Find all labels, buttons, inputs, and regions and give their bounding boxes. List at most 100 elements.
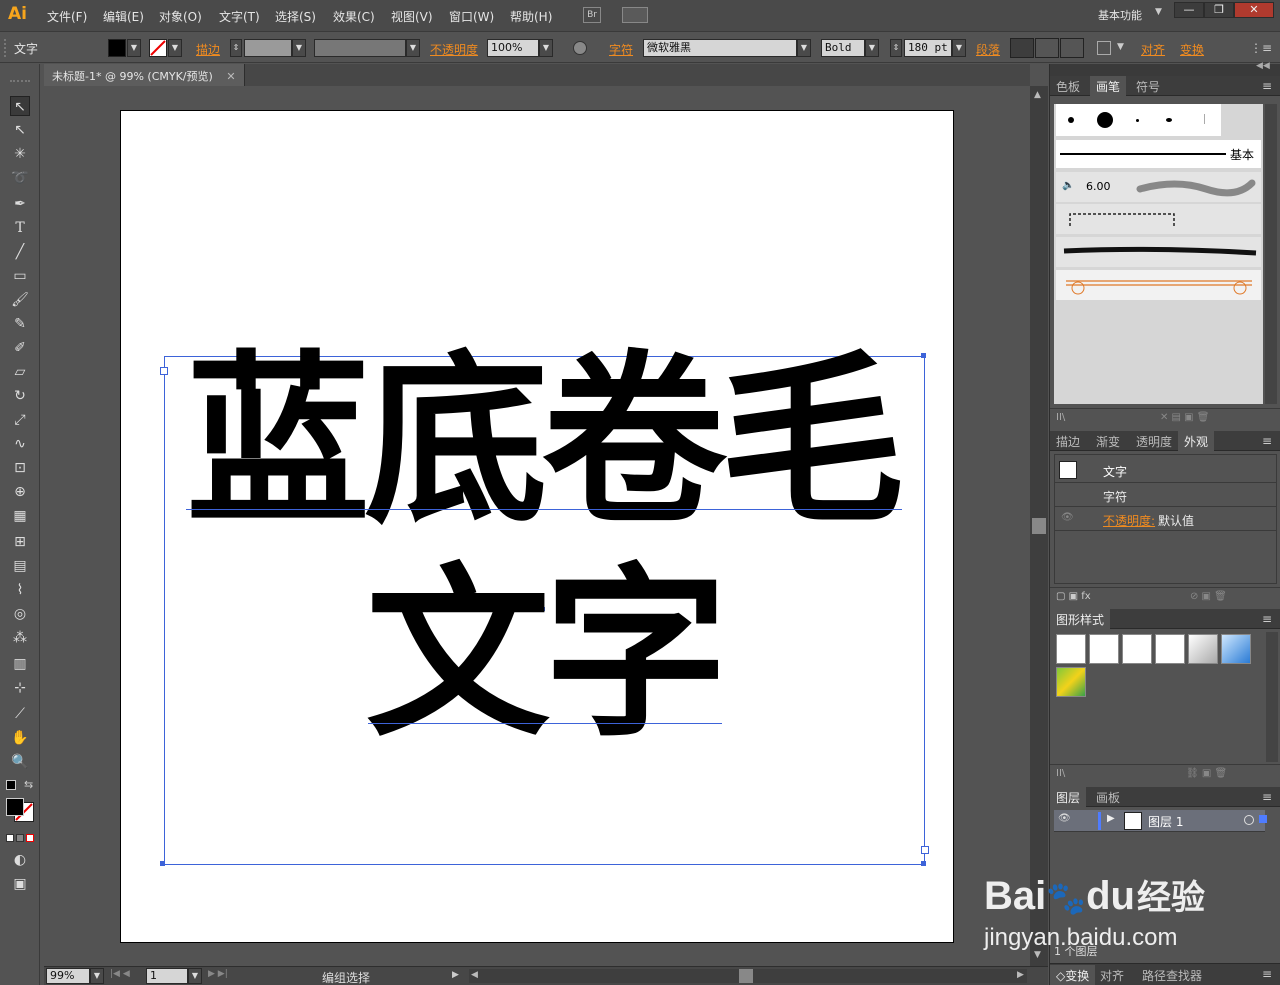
close-button[interactable]: ✕ [1234,2,1274,18]
slice-tool-icon[interactable]: ⟋ [10,704,30,724]
zoom-field[interactable]: 99% [46,968,90,984]
vertical-scrollbar[interactable]: ▲ ▼ [1030,86,1048,966]
brushes-list[interactable]: 基本 🔈 6.00 [1054,104,1263,404]
stroke-swatch[interactable] [149,39,167,57]
first-artboard-icon[interactable]: |◀ ◀ [110,969,130,979]
menu-object[interactable]: 对象(O) [159,8,202,25]
warp-tool-icon[interactable]: ∿ [10,434,30,454]
tab-pathfinder[interactable]: 路径查找器 [1136,965,1208,985]
blend-tool-icon[interactable]: ◎ [10,604,30,624]
opacity-dropdown-icon[interactable]: ▼ [539,39,553,57]
artwork-text-line-2[interactable]: 文字 [366,555,736,755]
break-link-icon[interactable]: ⛓ ▣ 🗑 [1186,768,1227,779]
draw-mode-icon[interactable]: ◐ [10,850,30,870]
font-family-dropdown-icon[interactable]: ▼ [797,39,811,57]
align-left-icon[interactable] [1010,38,1034,58]
horizontal-scrollbar[interactable]: ◀ ▶ [469,969,1027,983]
default-colors-icon[interactable] [6,780,16,790]
last-artboard-icon[interactable]: ▶ ▶| [208,969,228,979]
graphic-style-swatch[interactable] [1056,667,1086,697]
shape-builder-tool-icon[interactable]: ⊕ [10,482,30,502]
rotate-tool-icon[interactable]: ↻ [10,386,30,406]
stroke-label[interactable]: 描边 [196,41,220,58]
minimize-button[interactable]: — [1174,2,1204,18]
gradient-mode-icon[interactable] [16,834,24,842]
variable-width-profile[interactable] [314,39,406,57]
delete-item-icon[interactable]: ⊘ ▣ 🗑 [1190,591,1227,602]
gradient-tool-icon[interactable]: ▤ [10,556,30,576]
maximize-button[interactable]: ❐ [1204,2,1234,18]
align-center-icon[interactable] [1035,38,1059,58]
appearance-character-row[interactable]: 字符 [1055,483,1276,507]
paragraph-label[interactable]: 段落 [976,41,1000,58]
brush-dot-oval[interactable] [1166,118,1172,122]
artboard-tool-icon[interactable]: ⊹ [10,678,30,698]
tab-gradient[interactable]: 渐变 [1090,431,1126,451]
target-icon[interactable] [1244,815,1254,825]
tab-appearance[interactable]: 外观 [1178,431,1215,451]
bounding-box-handle[interactable] [921,846,929,854]
graphic-style-swatch[interactable] [1221,634,1251,664]
mesh-tool-icon[interactable]: ⊞ [10,532,30,552]
panel-menu-icon[interactable]: ≡ [1262,790,1272,804]
zoom-dropdown-icon[interactable]: ▼ [90,968,104,984]
menu-window[interactable]: 窗口(W) [449,8,494,25]
font-style-dropdown-icon[interactable]: ▼ [865,39,879,57]
scroll-left-icon[interactable]: ◀ [471,970,478,980]
art-brush-row[interactable] [1056,237,1261,267]
bridge-button[interactable]: Br [583,7,601,23]
line-tool-icon[interactable]: ╱ [10,242,30,262]
graphic-style-swatch[interactable] [1155,634,1185,664]
profile-dropdown-icon[interactable]: ▼ [406,39,420,57]
menu-view[interactable]: 视图(V) [391,8,433,25]
bounding-box-handle[interactable] [160,367,168,375]
brush-dot-small[interactable] [1068,117,1074,123]
layer-row[interactable]: 👁 ▶ 图层 1 [1054,810,1267,832]
stroke-weight-field[interactable] [244,39,292,57]
fill-dropdown-icon[interactable]: ▼ [127,39,141,57]
artboard-dropdown-icon[interactable]: ▼ [188,968,202,984]
direct-selection-tool-icon[interactable]: ↖ [10,120,30,140]
graphic-style-swatch[interactable] [1188,634,1218,664]
screen-mode-icon[interactable]: ▣ [10,874,30,894]
scroll-up-icon[interactable]: ▲ [1034,90,1041,100]
scale-tool-icon[interactable]: ⤢ [10,410,30,430]
menu-effect[interactable]: 效果(C) [333,8,375,25]
envelope-icon[interactable] [1097,41,1111,55]
calligraphic-brush-row[interactable] [1056,104,1221,136]
paintbrush-tool-icon[interactable]: 🖌 [10,290,30,310]
artwork-text-line-1[interactable]: 蓝底卷毛 [186,340,906,545]
color-mode-icon[interactable] [6,834,14,842]
transform-link[interactable]: 变换 [1180,41,1204,58]
menu-file[interactable]: 文件(F) [47,8,87,25]
workspace-switcher[interactable]: 基本功能 [1098,7,1142,23]
tab-transparency[interactable]: 透明度 [1130,431,1178,451]
hand-tool-icon[interactable]: ✋ [10,728,30,748]
eyedropper-tool-icon[interactable]: ⌇ [10,580,30,600]
panel-menu-icon[interactable]: ≡ [1262,79,1272,93]
add-stroke-icon[interactable]: ▢ ▣ fx [1056,591,1091,602]
type-tool-icon[interactable]: T [10,218,30,238]
remove-stroke-icon[interactable]: ✕ ▤ ▣ 🗑 [1160,412,1210,423]
rectangle-tool-icon[interactable]: ▭ [10,266,30,286]
tab-swatches[interactable]: 色板 [1050,76,1086,96]
appearance-opacity-label[interactable]: 不透明度: [1103,512,1155,529]
symbol-sprayer-tool-icon[interactable]: ⁂ [10,628,30,648]
blob-brush-tool-icon[interactable]: ✐ [10,338,30,358]
tab-symbols[interactable]: 符号 [1130,76,1166,96]
pattern-brush-row[interactable] [1056,204,1261,234]
tab-transform[interactable]: ◇变换 [1050,965,1096,985]
bounding-box-handle[interactable] [921,861,926,866]
status-menu-icon[interactable]: ▶ [452,970,459,980]
tab-align[interactable]: 对齐 [1094,965,1130,985]
document-tab[interactable]: 未标题-1* @ 99% (CMYK/预览) ✕ [44,64,245,86]
appearance-title-row[interactable]: 文字 [1055,457,1276,483]
magic-wand-tool-icon[interactable]: ✳ [10,144,30,164]
eraser-tool-icon[interactable]: ▱ [10,362,30,382]
tab-artboards[interactable]: 画板 [1090,787,1126,807]
brush-libraries-icon[interactable]: II\ [1056,412,1065,423]
lasso-tool-icon[interactable]: ➰ [10,168,30,188]
font-size-dropdown-icon[interactable]: ▼ [952,39,966,57]
expand-triangle-icon[interactable]: ▶ [1107,813,1115,824]
close-icon[interactable]: ✕ [226,70,235,83]
